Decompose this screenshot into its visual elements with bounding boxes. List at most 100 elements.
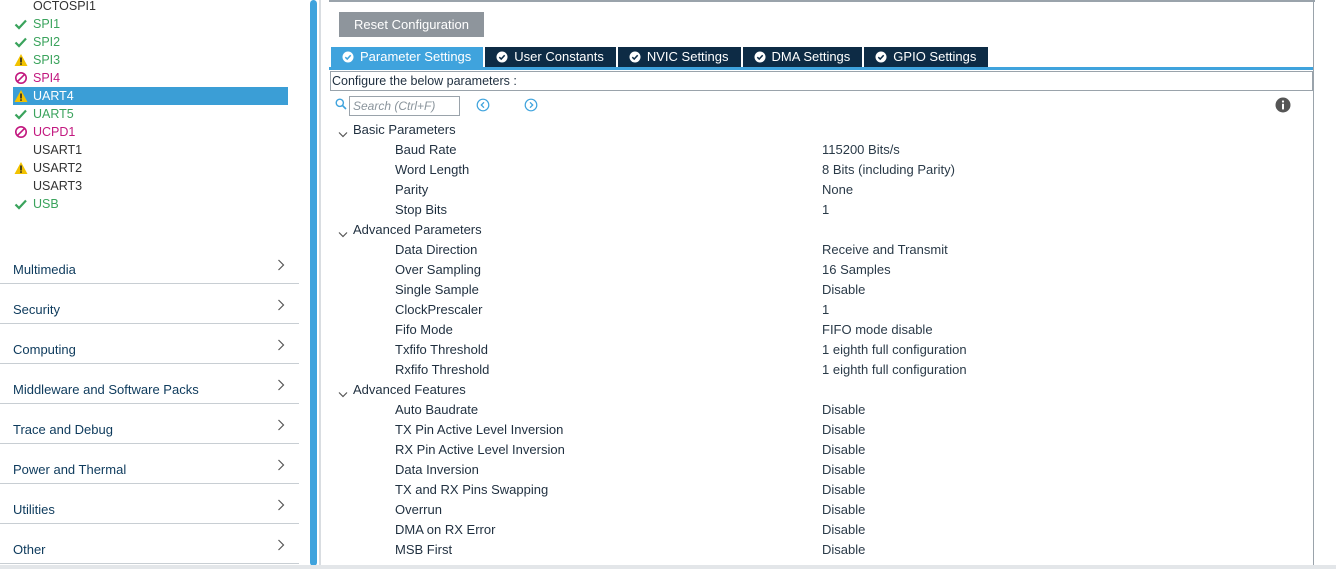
tab-label: User Constants (514, 49, 604, 64)
check-circle-icon (496, 51, 514, 63)
group-advanced-parameters[interactable]: Advanced Parameters (329, 220, 1313, 240)
tab-label: NVIC Settings (646, 49, 729, 64)
param-row-txfifo-threshold[interactable]: Txfifo Threshold 1 eighth full configurat… (329, 340, 1313, 360)
param-row-rxfifo-threshold[interactable]: Rxfifo Threshold 1 eighth full configurat… (329, 360, 1313, 380)
param-value[interactable]: Disable (822, 440, 865, 460)
param-row-fifo-mode[interactable]: Fifo Mode FIFO mode disable (329, 320, 1313, 340)
peripheral-item-usart3[interactable]: USART3 (13, 177, 288, 195)
param-row-data-direction[interactable]: Data Direction Receive and Transmit (329, 240, 1313, 260)
param-name: Txfifo Threshold (395, 342, 488, 357)
disabled-icon (14, 123, 28, 141)
panel-divider[interactable] (319, 0, 321, 569)
category-security[interactable]: Security (0, 285, 299, 324)
search-icon (335, 98, 347, 113)
tab-underline (329, 67, 1313, 70)
param-name: Single Sample (395, 282, 479, 297)
peripheral-item-uart5[interactable]: UART5 (13, 105, 288, 123)
param-value[interactable]: 1 eighth full configuration (822, 340, 967, 360)
peripheral-item-octospi1[interactable]: OCTOSPI1 (13, 0, 288, 15)
param-row-tx-pin-active-level-inversion[interactable]: TX Pin Active Level Inversion Disable (329, 420, 1313, 440)
category-middleware-and-software-packs[interactable]: Middleware and Software Packs (0, 365, 299, 404)
peripheral-item-usart2[interactable]: USART2 (13, 159, 288, 177)
param-name: Baud Rate (395, 142, 457, 157)
param-value[interactable]: Disable (822, 280, 865, 300)
param-row-auto-baudrate[interactable]: Auto Baudrate Disable (329, 400, 1313, 420)
category-multimedia[interactable]: Multimedia (0, 245, 299, 284)
param-value[interactable]: Disable (822, 400, 865, 420)
category-label: Multimedia (13, 262, 76, 277)
param-value[interactable]: 1 (822, 200, 829, 220)
param-value[interactable]: 115200 Bits/s (822, 140, 900, 160)
category-utilities[interactable]: Utilities (0, 485, 299, 524)
tab-nvic-settings[interactable]: NVIC Settings (617, 47, 741, 67)
param-value[interactable]: Disable (822, 520, 865, 540)
tab-dma-settings[interactable]: DMA Settings (742, 47, 863, 67)
peripheral-item-usb[interactable]: USB (13, 195, 288, 213)
param-name: MSB First (395, 542, 453, 557)
param-value[interactable]: Disable (822, 460, 865, 480)
param-row-clockprescaler[interactable]: ClockPrescaler 1 (329, 300, 1313, 320)
param-value[interactable]: Disable (822, 420, 865, 440)
param-row-msb-first[interactable]: MSB First Disable (329, 540, 1313, 560)
peripheral-item-spi3[interactable]: SPI3 (13, 51, 288, 69)
search-input[interactable] (349, 96, 460, 116)
param-value[interactable]: 8 Bits (including Parity) (822, 160, 955, 180)
category-power-and-thermal[interactable]: Power and Thermal (0, 445, 299, 484)
group-advanced-features[interactable]: Advanced Features (329, 380, 1313, 400)
peripheral-label: UART4 (33, 89, 74, 103)
param-row-data-inversion[interactable]: Data Inversion Disable (329, 460, 1313, 480)
param-value[interactable]: 16 Samples (822, 260, 891, 280)
param-row-parity[interactable]: Parity None (329, 180, 1313, 200)
tab-parameter-settings[interactable]: Parameter Settings (331, 47, 484, 67)
category-computing[interactable]: Computing (0, 325, 299, 364)
category-label: Other (13, 542, 46, 557)
peripheral-item-spi2[interactable]: SPI2 (13, 33, 288, 51)
peripheral-item-uart4[interactable]: UART4 (13, 87, 288, 105)
group-basic-parameters[interactable]: Basic Parameters (329, 120, 1313, 140)
left-scrollbar[interactable] (310, 0, 317, 566)
left-panel: OCTOSPI1 SPI1 SPI2 SPI3 SPI4 UART4 UART5 UCPD1 U… (0, 0, 305, 569)
param-row-dma-on-rx-error[interactable]: DMA on RX Error Disable (329, 520, 1313, 540)
parameter-list: Basic Parameters Baud Rate 115200 Bits/s Wo… (329, 120, 1313, 560)
param-row-over-sampling[interactable]: Over Sampling 16 Samples (329, 260, 1313, 280)
peripheral-label: SPI2 (33, 35, 61, 49)
param-row-single-sample[interactable]: Single Sample Disable (329, 280, 1313, 300)
param-value[interactable]: Disable (822, 540, 865, 560)
param-value[interactable]: 1 eighth full configuration (822, 360, 967, 380)
param-name: Stop Bits (395, 202, 448, 217)
category-label: Trace and Debug (13, 422, 113, 437)
param-value[interactable]: Receive and Transmit (822, 240, 948, 260)
peripheral-label: SPI1 (33, 17, 61, 31)
param-value[interactable]: 1 (822, 300, 829, 320)
next-match-icon[interactable] (524, 98, 538, 115)
warning-icon (14, 87, 28, 105)
peripheral-item-spi1[interactable]: SPI1 (13, 15, 288, 33)
param-row-overrun[interactable]: Overrun Disable (329, 500, 1313, 520)
peripheral-item-ucpd1[interactable]: UCPD1 (13, 123, 288, 141)
param-value[interactable]: Disable (822, 480, 865, 500)
category-label: Computing (13, 342, 76, 357)
param-row-baud-rate[interactable]: Baud Rate 115200 Bits/s (329, 140, 1313, 160)
param-row-word-length[interactable]: Word Length 8 Bits (including Parity) (329, 160, 1313, 180)
settings-tabs: Parameter Settings User Constants NVIC Set… (331, 47, 990, 67)
peripheral-item-usart1[interactable]: USART1 (13, 141, 288, 159)
category-trace-and-debug[interactable]: Trace and Debug (0, 405, 299, 444)
param-row-tx-and-rx-pins-swapping[interactable]: TX and RX Pins Swapping Disable (329, 480, 1313, 500)
tab-user-constants[interactable]: User Constants (485, 47, 616, 67)
peripheral-label: USB (33, 197, 59, 211)
info-icon[interactable] (1275, 97, 1291, 116)
category-label: Power and Thermal (13, 462, 127, 477)
param-row-stop-bits[interactable]: Stop Bits 1 (329, 200, 1313, 220)
param-row-rx-pin-active-level-inversion[interactable]: RX Pin Active Level Inversion Disable (329, 440, 1313, 460)
param-value[interactable]: Disable (822, 500, 865, 520)
check-circle-icon (629, 51, 647, 63)
tab-gpio-settings[interactable]: GPIO Settings (864, 47, 989, 67)
chevron-right-icon (277, 499, 285, 514)
reset-configuration-button[interactable]: Reset Configuration (339, 12, 484, 37)
param-value[interactable]: None (822, 180, 853, 200)
previous-match-icon[interactable] (476, 98, 490, 115)
tab-label: GPIO Settings (893, 49, 977, 64)
param-value[interactable]: FIFO mode disable (822, 320, 933, 340)
peripheral-item-spi4[interactable]: SPI4 (13, 69, 288, 87)
category-other[interactable]: Other (0, 525, 299, 564)
